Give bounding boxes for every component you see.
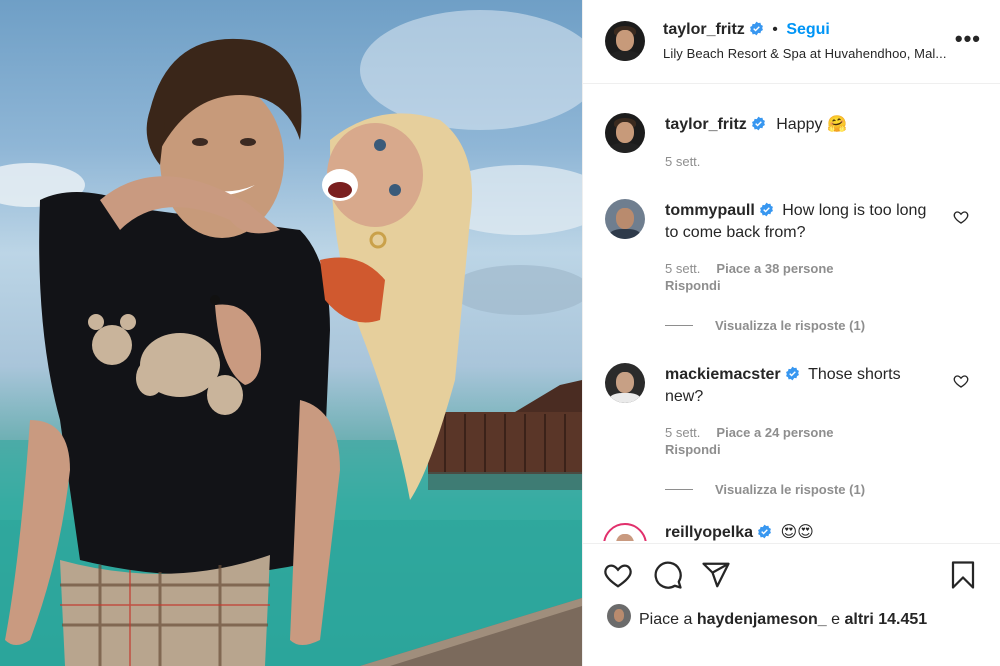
commenter-avatar[interactable] <box>605 199 645 239</box>
comment-time[interactable]: 5 sett. <box>665 261 700 276</box>
more-options-icon[interactable]: ••• <box>955 26 981 52</box>
comment-text-line: mackiemacster Those shorts new? <box>665 364 935 408</box>
post-photo[interactable] <box>0 0 582 666</box>
commenter-avatar[interactable] <box>605 363 645 403</box>
caption-avatar[interactable] <box>605 113 645 153</box>
verified-badge-icon <box>758 524 771 539</box>
author-username[interactable]: taylor_fritz <box>663 21 745 38</box>
caption-time[interactable]: 5 sett. <box>665 154 700 169</box>
comment-meta: 5 sett. Piace a 24 persone <box>665 425 834 440</box>
comments-list[interactable]: taylor_fritz Happy 🤗 5 sett. tommypaull … <box>583 85 1000 541</box>
verified-badge-icon <box>751 116 765 131</box>
comment-heart-icon[interactable] <box>953 209 969 225</box>
post-location[interactable]: Lily Beach Resort & Spa at Huvahendhoo, … <box>663 46 975 61</box>
likes-count[interactable]: altri 14.451 <box>844 611 927 628</box>
likes-mid: e <box>831 611 841 628</box>
comment-meta: 5 sett. Piace a 38 persone <box>665 261 834 276</box>
author-avatar[interactable] <box>605 21 645 61</box>
heart-icon[interactable] <box>603 560 633 590</box>
caption-username[interactable]: taylor_fritz <box>665 116 747 133</box>
post-header: taylor_fritz • Segui Lily Beach Resort &… <box>583 0 1000 84</box>
view-replies-label[interactable]: Visualizza le risposte (1) <box>715 318 865 333</box>
comment-likes[interactable]: Piace a 24 persone <box>716 425 833 440</box>
caption-text: Happy 🤗 <box>776 116 847 133</box>
commenter-avatar[interactable] <box>603 523 647 541</box>
likes-user[interactable]: haydenjameson_ <box>697 611 827 628</box>
comment-text-line: tommypaull How long is too long to come … <box>665 200 935 244</box>
likes-prefix: Piace a <box>639 611 693 628</box>
comment-likes[interactable]: Piace a 38 persone <box>716 261 833 276</box>
view-replies-label[interactable]: Visualizza le risposte (1) <box>715 482 865 497</box>
comment-item: tommypaull How long is too long to come … <box>583 197 1000 357</box>
post-actions: Piace a haydenjameson_ e altri 14.451 <box>583 543 1000 666</box>
comment-item: mackiemacster Those shorts new? 5 sett. P… <box>583 361 1000 521</box>
comment-heart-icon[interactable] <box>953 373 969 389</box>
reply-button[interactable]: Rispondi <box>665 442 721 457</box>
liker-avatar[interactable] <box>607 604 631 628</box>
caption-text-line: taylor_fritz Happy 🤗 <box>665 114 935 136</box>
reply-button[interactable]: Rispondi <box>665 278 721 293</box>
verified-badge-icon <box>749 21 763 36</box>
follow-button[interactable]: Segui <box>786 21 830 38</box>
comment-time[interactable]: 5 sett. <box>665 425 700 440</box>
comment-item: reillyopelka 😍😍 <box>583 522 1000 541</box>
comment-text-line: reillyopelka 😍😍 <box>665 522 935 541</box>
bookmark-icon[interactable] <box>948 560 978 590</box>
verified-badge-icon <box>759 202 773 217</box>
verified-badge-icon <box>785 366 799 381</box>
caption: taylor_fritz Happy 🤗 5 sett. <box>583 85 1000 185</box>
share-icon[interactable] <box>701 560 731 590</box>
comment-username[interactable]: tommypaull <box>665 202 755 219</box>
photo-scene <box>0 10 582 666</box>
comment-username[interactable]: mackiemacster <box>665 366 781 383</box>
comment-username[interactable]: reillyopelka <box>665 524 753 541</box>
separator-dot: • <box>772 21 778 38</box>
comment-text: 😍😍 <box>780 524 814 541</box>
author-line: taylor_fritz • Segui <box>663 21 830 39</box>
post-side-panel: taylor_fritz • Segui Lily Beach Resort &… <box>582 0 1000 666</box>
comment-icon[interactable] <box>653 560 683 590</box>
likes-summary: Piace a haydenjameson_ e altri 14.451 <box>639 611 927 629</box>
